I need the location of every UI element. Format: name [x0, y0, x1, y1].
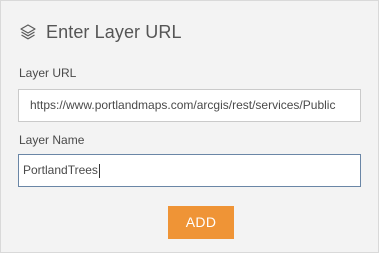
layer-name-label: Layer Name — [19, 133, 85, 147]
panel-header: Enter Layer URL — [19, 20, 182, 44]
add-layer-panel: Enter Layer URL Layer URL https://www.po… — [0, 0, 379, 253]
layer-name-input[interactable]: PortlandTrees — [18, 154, 361, 187]
layer-url-value: https://www.portlandmaps.com/arcgis/rest… — [30, 98, 336, 112]
layer-url-label: Layer URL — [19, 66, 77, 80]
layers-icon — [19, 23, 37, 41]
panel-title: Enter Layer URL — [46, 21, 182, 42]
layer-name-value: PortlandTrees — [23, 163, 98, 177]
add-button[interactable]: ADD — [168, 206, 234, 239]
text-caret — [98, 163, 100, 178]
layer-url-input[interactable]: https://www.portlandmaps.com/arcgis/rest… — [18, 89, 361, 122]
